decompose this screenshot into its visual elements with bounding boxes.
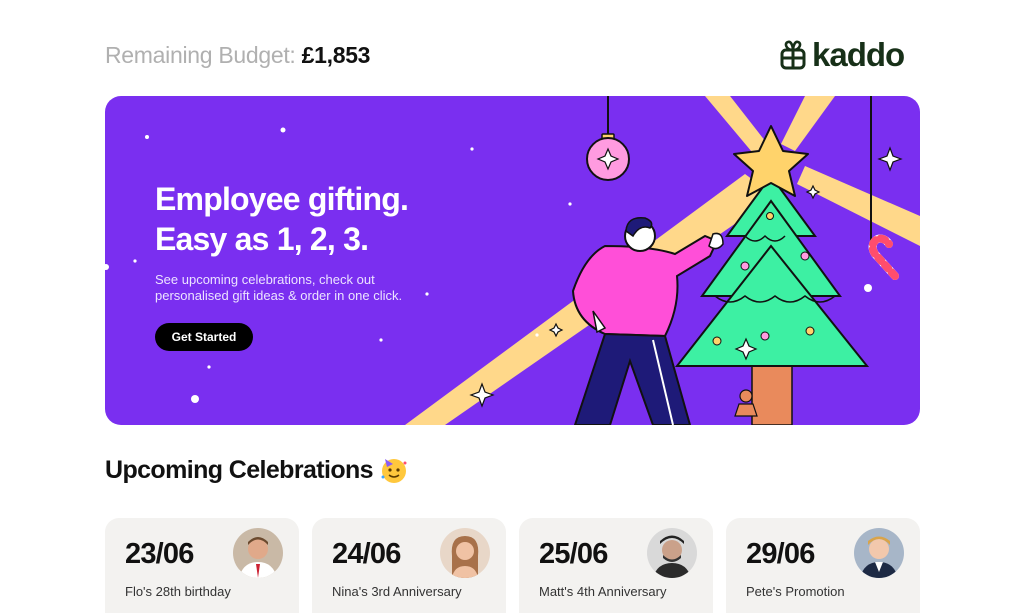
budget-value: £1,853 xyxy=(301,42,371,68)
remaining-budget: Remaining Budget: £1,853 xyxy=(105,42,370,69)
person-avatar-icon xyxy=(440,528,490,578)
brand-name: kaddo xyxy=(812,36,905,73)
celebration-date: 25/06 xyxy=(539,538,608,570)
celebration-description: Pete's Promotion xyxy=(746,584,845,599)
person-avatar-icon xyxy=(854,528,904,578)
celebration-date: 24/06 xyxy=(332,538,401,570)
avatar xyxy=(233,528,283,578)
hero-banner: Employee gifting. Easy as 1, 2, 3. See u… xyxy=(105,96,920,425)
christmas-tree-icon xyxy=(105,96,920,425)
celebration-card[interactable]: 29/06 Pete's Promotion xyxy=(726,518,920,613)
person-avatar-icon xyxy=(647,528,697,578)
section-title: Upcoming Celebrations xyxy=(105,455,409,485)
celebration-date: 29/06 xyxy=(746,538,815,570)
celebration-card[interactable]: 23/06 Flo's 28th birthday xyxy=(105,518,299,613)
section-title-text: Upcoming Celebrations xyxy=(105,455,374,484)
celebration-description: Matt's 4th Anniversary xyxy=(539,584,667,599)
hero-title-line-2: Easy as 1, 2, 3. xyxy=(155,221,369,257)
celebration-description: Nina's 3rd Anniversary xyxy=(332,584,462,599)
avatar xyxy=(440,528,490,578)
gift-icon xyxy=(780,40,806,70)
budget-label: Remaining Budget: xyxy=(105,42,296,68)
celebration-card[interactable]: 25/06 Matt's 4th Anniversary xyxy=(519,518,713,613)
get-started-button[interactable]: Get Started xyxy=(155,323,253,351)
celebration-card[interactable]: 24/06 Nina's 3rd Anniversary xyxy=(312,518,506,613)
hero-subtitle-line-2: personalised gift ideas & order in one c… xyxy=(155,288,403,303)
celebration-description: Flo's 28th birthday xyxy=(125,584,231,599)
person-avatar-icon xyxy=(233,528,283,578)
avatar xyxy=(647,528,697,578)
hero-subtitle: See upcoming celebrations, check out per… xyxy=(155,272,435,304)
celebration-cards: 23/06 Flo's 28th birthday 24/06 Nina's 3… xyxy=(105,518,920,613)
hero-title-line-1: Employee gifting. xyxy=(155,181,409,217)
hero-subtitle-line-1: See upcoming celebrations, check out xyxy=(155,272,375,287)
brand-logo[interactable]: kaddo xyxy=(780,36,905,74)
party-face-icon xyxy=(381,459,407,483)
avatar xyxy=(854,528,904,578)
hero-title: Employee gifting. Easy as 1, 2, 3. xyxy=(155,179,409,259)
celebration-date: 23/06 xyxy=(125,538,194,570)
